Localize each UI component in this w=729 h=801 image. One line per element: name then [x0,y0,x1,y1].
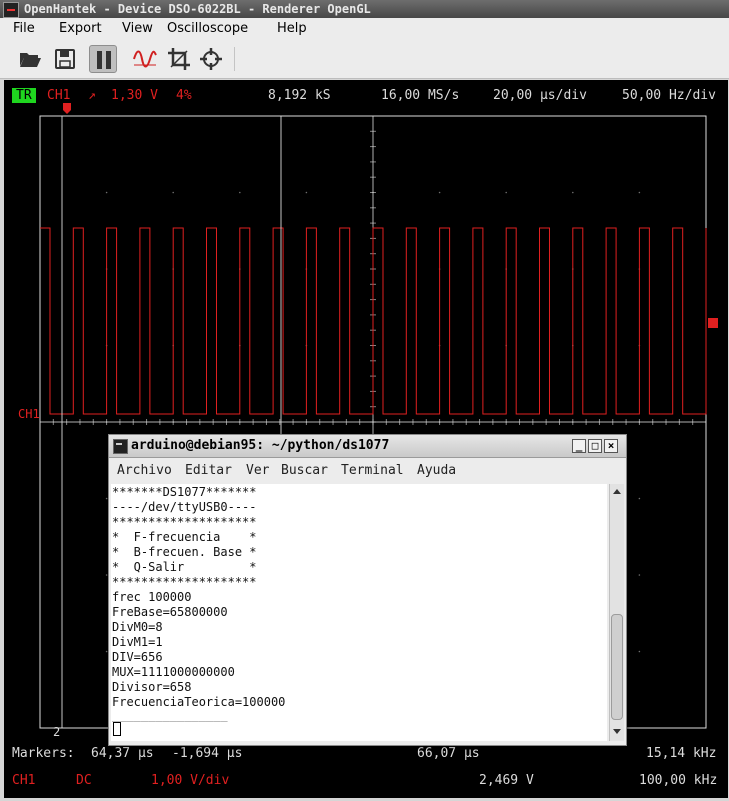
graticule-dot [372,191,374,194]
graticule-dot [172,421,174,423]
terminal-scroll-thumb[interactable] [611,614,623,720]
graticule-dot [239,421,241,423]
graticule-dot [172,191,174,194]
terminal-output[interactable]: *******DS1077******* ----/dev/ttyUSB0---… [111,484,607,741]
terminal-line: DivM1=1 [112,635,163,649]
terminal-line: * F-frecuencia * [112,530,257,544]
crop-icon[interactable] [165,45,193,73]
graticule-dot [305,421,308,423]
minimize-button[interactable]: _ [572,439,586,453]
trigger-position-marker [63,103,71,114]
open-folder-icon[interactable] [16,45,44,73]
ch1-ground-label: CH1 [18,407,40,421]
menu-oscilloscope[interactable]: Oscilloscope [167,18,248,40]
terminal-window[interactable]: arduino@debian95: ~/python/ds1077 _ □ × … [108,434,627,746]
bottom-channel[interactable]: CH1 [12,773,35,788]
terminal-cursor [113,722,121,736]
marker-2-label: 2 [53,725,61,739]
menu-view[interactable]: View [122,18,153,40]
graticule-dot [105,191,108,194]
toolbar-separator [234,47,235,71]
terminal-scrollbar[interactable] [609,484,624,741]
menu-bar: File Export View Oscilloscope Help [0,18,729,40]
terminal-line: ******************** [112,515,257,529]
app-icon [3,2,19,18]
graticule-dot [305,191,308,194]
menu-file[interactable]: File [13,18,35,40]
marker-1-time: 64,37 µs [91,746,154,761]
terminal-menu-buscar[interactable]: Buscar [281,458,328,483]
graticule-dot [572,421,574,423]
terminal-line: MUX=1111000000000 [112,665,235,679]
terminal-menu-bar: Archivo Editar Ver Buscar Terminal Ayuda [109,458,626,483]
maximize-button[interactable]: □ [588,439,602,453]
graticule-dot [105,421,108,423]
window-title: OpenHantek - Device DSO-6022BL - Rendere… [24,2,371,16]
coupling[interactable]: DC [76,773,92,788]
graticule-dot [638,497,641,500]
terminal-line: ----/dev/ttyUSB0---- [112,500,257,514]
terminal-menu-archivo[interactable]: Archivo [117,458,172,483]
menu-export[interactable]: Export [59,18,102,40]
freq-per-div: 100,00 kHz [639,773,718,788]
graticule-dot [638,191,641,194]
terminal-line: Divisor=658 [112,680,192,694]
window-titlebar: OpenHantek - Device DSO-6022BL - Rendere… [0,0,729,18]
graticule-dot [505,191,508,194]
save-icon[interactable] [51,45,79,73]
graticule-dot [505,421,508,423]
graticule-dot [372,421,374,423]
ch1-trace [40,227,707,415]
terminal-icon [113,439,128,454]
waveform-icon[interactable] [131,45,159,73]
graticule-dot [638,650,641,653]
graticule-dot [239,191,241,194]
graticule-dot [638,574,641,576]
terminal-menu-ver[interactable]: Ver [246,458,269,483]
terminal-line: FreBase=65800000 [112,605,228,619]
graticule-dot [572,191,574,194]
toolbar [0,40,729,79]
measured-voltage: 2,469 V [479,773,534,788]
menu-help[interactable]: Help [277,18,307,40]
terminal-menu-terminal[interactable]: Terminal [341,458,404,483]
terminal-menu-editar[interactable]: Editar [185,458,232,483]
terminal-line: * Q-Salir * [112,560,257,574]
terminal-menu-ayuda[interactable]: Ayuda [417,458,456,483]
crosshair-icon[interactable] [197,45,225,73]
marker-delta-time: 66,07 µs [417,746,480,761]
pause-icon[interactable] [89,45,117,73]
graticule-dot [438,421,441,423]
trigger-level-marker [708,318,718,328]
scroll-down-icon[interactable] [612,728,622,736]
scroll-up-icon[interactable] [612,487,622,495]
graticule-dot [438,191,441,194]
terminal-title: arduino@debian95: ~/python/ds1077 [131,438,390,453]
terminal-line: frec 100000 [112,590,192,604]
terminal-line: * B-frecuen. Base * [112,545,257,559]
marker-frequency: 15,14 kHz [646,746,717,761]
terminal-line: ******************** [112,575,257,589]
marker-2-time: -1,694 µs [172,746,243,761]
terminal-line: DIV=656 [112,650,163,664]
terminal-line: ________________ [112,708,228,722]
terminal-titlebar[interactable]: arduino@debian95: ~/python/ds1077 _ □ × [109,435,626,458]
volts-per-div[interactable]: 1,00 V/div [151,773,229,788]
terminal-line: *******DS1077******* [112,485,257,499]
terminal-line: DivM0=8 [112,620,163,634]
graticule-dot [638,421,641,423]
close-button[interactable]: × [604,439,618,453]
markers-label: Markers: [12,746,75,761]
